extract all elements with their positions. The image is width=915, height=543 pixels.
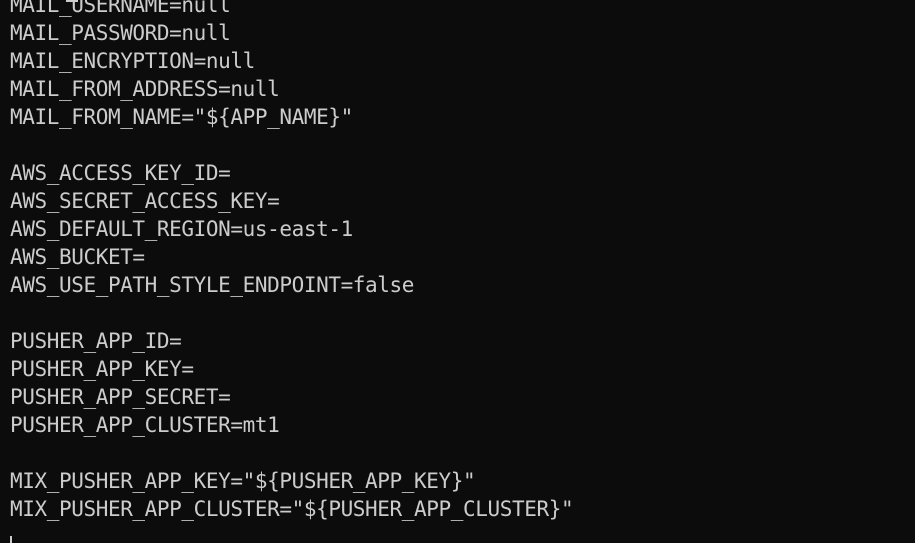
terminal-line: AWS_DEFAULT_REGION=us-east-1 <box>10 217 353 241</box>
terminal-window[interactable]: MAIL_USERNAME=null MAIL_PASSWORD=null MA… <box>0 0 915 543</box>
terminal-line: AWS_USE_PATH_STYLE_ENDPOINT=false <box>10 273 415 297</box>
text-cursor <box>10 536 12 543</box>
terminal-output: MAIL_USERNAME=null MAIL_PASSWORD=null MA… <box>10 0 574 523</box>
terminal-line: MIX_PUSHER_APP_CLUSTER="${PUSHER_APP_CLU… <box>10 497 574 521</box>
terminal-line: PUSHER_APP_CLUSTER=mt1 <box>10 413 280 437</box>
terminal-line: AWS_ACCESS_KEY_ID= <box>10 161 231 185</box>
terminal-line: MAIL_PASSWORD=null <box>10 21 231 45</box>
terminal-line: MAIL_FROM_ADDRESS=null <box>10 77 280 101</box>
terminal-line: MAIL_USERNAME=null <box>10 0 231 17</box>
terminal-line: PUSHER_APP_ID= <box>10 329 182 353</box>
terminal-line: MIX_PUSHER_APP_KEY="${PUSHER_APP_KEY}" <box>10 469 476 493</box>
terminal-line: PUSHER_APP_SECRET= <box>10 385 231 409</box>
terminal-line: MAIL_ENCRYPTION=null <box>10 49 255 73</box>
terminal-line: MAIL_FROM_NAME="${APP_NAME}" <box>10 105 353 129</box>
terminal-line: AWS_BUCKET= <box>10 245 145 269</box>
terminal-line: AWS_SECRET_ACCESS_KEY= <box>10 189 280 213</box>
terminal-line: PUSHER_APP_KEY= <box>10 357 194 381</box>
